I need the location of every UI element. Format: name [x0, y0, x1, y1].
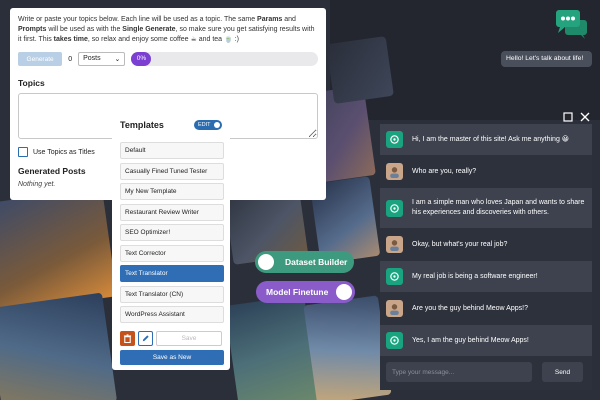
chat-message-bot: My real job is being a software engineer… [380, 261, 592, 292]
maximize-icon[interactable] [563, 112, 573, 122]
message-text: My real job is being a software engineer… [412, 272, 538, 280]
art-tile [326, 36, 394, 104]
use-topics-as-titles-label: Use Topics as Titles [33, 148, 95, 156]
model-finetune-label: Model Finetune [266, 287, 329, 297]
generate-count: 0 [68, 55, 73, 63]
user-avatar-icon [386, 163, 403, 180]
chat-bubbles-icon[interactable] [555, 8, 589, 40]
template-item[interactable]: Casually Fined Tuned Tester [120, 162, 224, 180]
message-text: I am a simple man who loves Japan and wa… [412, 199, 585, 216]
chevron-down-icon: ⌄ [114, 56, 121, 63]
dataset-builder-toggle[interactable]: Dataset Builder [255, 251, 354, 273]
save-as-new-button[interactable]: Save as New [120, 350, 224, 365]
post-type-select[interactable]: Posts ⌄ [78, 52, 126, 66]
edit-toggle-label: EDIT [198, 122, 211, 128]
save-template-button[interactable]: Save [156, 331, 222, 346]
chat-message-bot: Yes, I am the guy behind Meow Apps! [380, 325, 592, 356]
chat-message-bot: I am a simple man who loves Japan and wa… [380, 188, 592, 228]
topics-heading: Topics [18, 78, 45, 88]
dataset-builder-label: Dataset Builder [285, 257, 348, 267]
toggle-knob [336, 284, 352, 300]
chat-greeting-bubble[interactable]: Hello! Let's talk about life! [501, 51, 592, 67]
model-finetune-toggle[interactable]: Model Finetune [256, 281, 355, 303]
template-item[interactable]: My New Template [120, 183, 224, 200]
chat-message-bot: Hi, I am the master of this site! Ask me… [380, 124, 592, 155]
progress-bar: 0% [131, 52, 318, 66]
templates-panel: Templates EDIT Default Casually Fined Tu… [112, 112, 230, 370]
chat-window: Hi, I am the master of this site! Ask me… [380, 124, 592, 390]
edit-toggle[interactable]: EDIT [194, 120, 222, 130]
chat-message-user: Are you the guy behind Meow Apps!? [380, 293, 592, 324]
message-text: Yes, I am the guy behind Meow Apps! [412, 336, 529, 344]
close-icon[interactable] [580, 112, 590, 122]
chat-message-user: Okay, but what's your real job? [380, 229, 592, 260]
edit-template-button[interactable] [138, 331, 153, 346]
progress-fill: 0% [131, 52, 152, 66]
template-item[interactable]: Default [120, 142, 224, 159]
message-text: Hi, I am the master of this site! Ask me… [412, 135, 570, 143]
bot-avatar-icon [386, 268, 403, 285]
bot-avatar-icon [386, 199, 403, 217]
chat-message-input[interactable] [386, 362, 532, 382]
templates-list: Default Casually Fined Tuned Tester My N… [117, 142, 225, 323]
post-type-value: Posts [83, 55, 101, 62]
template-item[interactable]: Text Corrector [120, 244, 224, 262]
send-button[interactable]: Send [542, 362, 583, 382]
user-avatar-icon [386, 236, 403, 253]
pencil-icon [142, 335, 149, 342]
bot-avatar-icon [386, 332, 403, 349]
templates-title: Templates [120, 120, 164, 130]
art-tile [0, 292, 118, 400]
template-item-selected[interactable]: Text Translator [120, 265, 224, 282]
message-text: Who are you, really? [412, 167, 477, 175]
chat-input-row: Send [386, 362, 583, 382]
delete-template-button[interactable] [120, 331, 135, 346]
template-item[interactable]: Restaurant Review Writer [120, 203, 224, 221]
template-item[interactable]: SEO Optimizer! [120, 224, 224, 241]
toggle-knob [258, 254, 274, 270]
message-text: Are you the guy behind Meow Apps!? [412, 304, 528, 312]
template-item[interactable]: WordPress Assistant [120, 306, 224, 323]
art-tile [303, 295, 392, 400]
generate-toolbar: Generate 0 Posts ⌄ 0% [18, 52, 318, 66]
user-avatar-icon [386, 300, 403, 317]
template-actions: Save [120, 331, 225, 346]
template-item[interactable]: Text Translator (CN) [120, 285, 224, 303]
use-topics-as-titles-checkbox[interactable] [18, 147, 28, 157]
toggle-knob [214, 122, 220, 128]
intro-text: Write or paste your topics below. Each l… [18, 16, 315, 43]
templates-header: Templates EDIT [117, 118, 225, 132]
chat-message-user: Who are you, really? [380, 156, 592, 187]
message-text: Okay, but what's your real job? [412, 240, 508, 248]
generate-button[interactable]: Generate [18, 52, 63, 66]
bot-avatar-icon [386, 131, 403, 148]
trash-icon [123, 334, 132, 343]
